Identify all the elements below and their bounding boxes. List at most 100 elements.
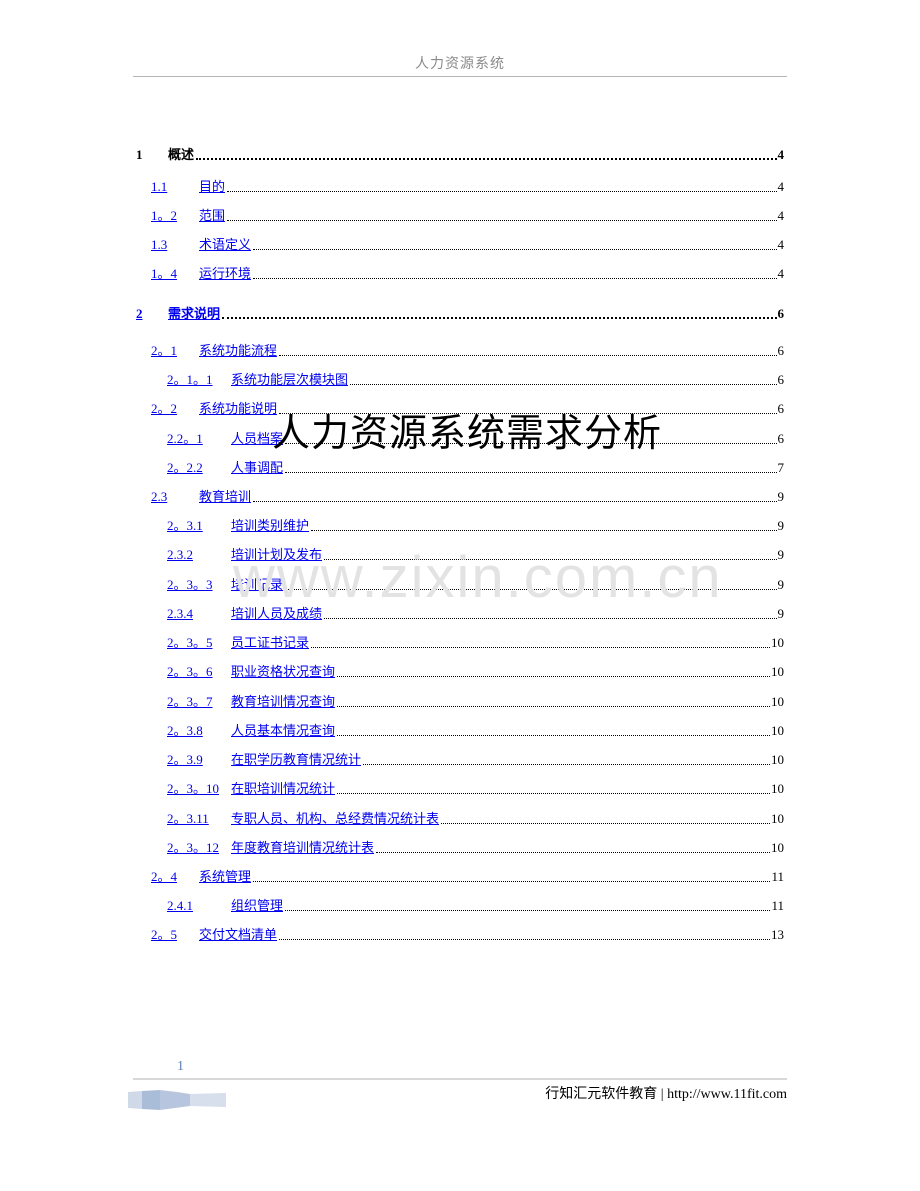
toc-dot-leader (311, 529, 777, 531)
toc-entry-title: 概述 (168, 147, 195, 162)
toc-dot-leader (441, 822, 770, 824)
toc-entry[interactable]: 2。4 系统管理 11 (151, 868, 784, 886)
toc-entry-title[interactable]: 系统功能说明 (199, 400, 277, 418)
toc-entry-number[interactable]: 2.3.4 (167, 605, 231, 623)
toc-entry-number[interactable]: 2.4.1 (167, 897, 231, 915)
toc-entry[interactable]: 1 概述 4 (136, 146, 784, 164)
toc-entry-number[interactable]: 2。3.11 (167, 810, 231, 828)
toc-entry-title[interactable]: 范围 (199, 207, 225, 225)
toc-entry-number[interactable]: 2 (136, 305, 168, 323)
toc-entry-title[interactable]: 需求说明 (168, 305, 220, 323)
toc-entry-page: 10 (771, 840, 784, 855)
toc-dot-leader (376, 851, 770, 853)
toc-entry-number[interactable]: 2。3。10 (167, 780, 231, 798)
toc-dot-leader (285, 471, 777, 473)
toc-entry-number[interactable]: 2。2.2 (167, 459, 231, 477)
toc-entry-number[interactable]: 1.3 (151, 236, 199, 254)
toc-entry-title[interactable]: 在职培训情况统计 (231, 780, 335, 798)
toc-entry[interactable]: 2。5 交付文档清单 13 (151, 926, 784, 944)
toc-entry-title[interactable]: 目的 (199, 178, 225, 196)
toc-entry-number[interactable]: 1。2 (151, 207, 199, 225)
toc-dot-leader (337, 734, 770, 736)
toc-entry-page: 10 (771, 781, 784, 796)
toc-entry-title[interactable]: 系统功能流程 (199, 342, 277, 360)
toc-entry-page: 10 (771, 752, 784, 767)
toc-dot-leader (279, 938, 770, 940)
toc-entry[interactable]: 2。3。6 职业资格状况查询 10 (167, 663, 784, 681)
toc-dot-leader (227, 219, 777, 221)
toc-entry[interactable]: 2。2.2 人事调配 7 (167, 459, 784, 477)
toc-dot-leader (253, 880, 771, 882)
toc-entry-page: 4 (777, 208, 785, 223)
toc-entry[interactable]: 2。1 系统功能流程 6 (151, 342, 784, 360)
toc-entry-title[interactable]: 员工证书记录 (231, 634, 309, 652)
toc-entry-number[interactable]: 2.2。1 (167, 430, 231, 448)
toc-entry-number[interactable]: 2。1 (151, 342, 199, 360)
toc-entry-number[interactable]: 2。1。1 (167, 371, 231, 389)
toc-entry-number[interactable]: 2.3 (151, 488, 199, 506)
toc-entry[interactable]: 2.4.1 组织管理 11 (167, 897, 784, 915)
document-title: 人力资源系统需求分析 (272, 411, 663, 455)
toc-entry-page: 10 (771, 635, 784, 650)
toc-entry-number[interactable]: 2。3。7 (167, 693, 231, 711)
toc-entry-page: 4 (777, 237, 785, 252)
page-number: 1 (177, 1059, 184, 1074)
toc-entry-page: 6 (777, 306, 785, 321)
toc-entry[interactable]: 2。3。5 员工证书记录 10 (167, 634, 784, 652)
toc-entry-number[interactable]: 2.3.2 (167, 546, 231, 564)
toc-entry[interactable]: 2。3.8 人员基本情况查询 10 (167, 722, 784, 740)
toc-entry[interactable]: 1。2 范围 4 (151, 207, 784, 225)
toc-entry-number[interactable]: 1.1 (151, 178, 199, 196)
toc-entry-number[interactable]: 2。3.8 (167, 722, 231, 740)
toc-entry-title[interactable]: 职业资格状况查询 (231, 663, 335, 681)
toc-entry-number[interactable]: 2。3。6 (167, 663, 231, 681)
toc-entry[interactable]: 1。4 运行环境 4 (151, 265, 784, 283)
toc-entry-title[interactable]: 专职人员、机构、总经费情况统计表 (231, 810, 439, 828)
toc-entry-number[interactable]: 2。3。12 (167, 839, 231, 857)
toc-entry-title[interactable]: 系统功能层次模块图 (231, 371, 348, 389)
toc-entry[interactable]: 2。3。7 教育培训情况查询 10 (167, 693, 784, 711)
toc-entry-title[interactable]: 人事调配 (231, 459, 283, 477)
toc-entry-number[interactable]: 2。3.9 (167, 751, 231, 769)
toc-entry-page: 10 (771, 694, 784, 709)
toc-entry[interactable]: 2。3。12 年度教育培训情况统计表 10 (167, 839, 784, 857)
toc-entry-title[interactable]: 组织管理 (231, 897, 283, 915)
toc-entry-title[interactable]: 培训类别维护 (231, 517, 309, 535)
toc-dot-leader (337, 675, 770, 677)
footer-logo-icon (128, 1090, 226, 1110)
table-of-contents: 1 概述 4 1.1 目的 4 1。2 范围 4 1.3 术语定义 4 1。4 运行环境 4 2 需求说明 6 2。… (0, 0, 920, 1000)
toc-entry-title[interactable]: 年度教育培训情况统计表 (231, 839, 374, 857)
toc-entry-number[interactable]: 2。3。5 (167, 634, 231, 652)
toc-entry-title[interactable]: 在职学历教育情况统计 (231, 751, 361, 769)
toc-entry-title[interactable]: 系统管理 (199, 868, 251, 886)
toc-entry[interactable]: 2 需求说明 6 (136, 305, 784, 323)
toc-dot-leader (253, 500, 777, 502)
toc-entry-number[interactable]: 2。2 (151, 400, 199, 418)
toc-entry-title[interactable]: 交付文档清单 (199, 926, 277, 944)
toc-entry-title[interactable]: 人员基本情况查询 (231, 722, 335, 740)
toc-entry-title[interactable]: 术语定义 (199, 236, 251, 254)
toc-entry-number[interactable]: 2。5 (151, 926, 199, 944)
toc-entry[interactable]: 1.1 目的 4 (151, 178, 784, 196)
toc-entry-page: 10 (771, 811, 784, 826)
toc-entry-title[interactable]: 运行环境 (199, 265, 251, 283)
toc-entry-page: 9 (777, 518, 785, 533)
toc-dot-leader (227, 190, 777, 192)
toc-entry-page: 6 (777, 431, 785, 446)
toc-entry-number[interactable]: 1。4 (151, 265, 199, 283)
toc-entry[interactable]: 2。3。10 在职培训情况统计 10 (167, 780, 784, 798)
toc-entry[interactable]: 1.3 术语定义 4 (151, 236, 784, 254)
toc-entry[interactable]: 2。3.9 在职学历教育情况统计 10 (167, 751, 784, 769)
toc-entry-page: 10 (771, 723, 784, 738)
toc-entry-number[interactable]: 2。3。3 (167, 576, 231, 594)
toc-entry[interactable]: 2.3 教育培训 9 (151, 488, 784, 506)
toc-entry[interactable]: 2。1。1 系统功能层次模块图 6 (167, 371, 784, 389)
toc-entry-page: 7 (777, 460, 785, 475)
toc-entry-number[interactable]: 2。4 (151, 868, 199, 886)
toc-entry[interactable]: 2。3.11 专职人员、机构、总经费情况统计表 10 (167, 810, 784, 828)
toc-entry-title[interactable]: 教育培训情况查询 (231, 693, 335, 711)
toc-entry-number[interactable]: 2。3.1 (167, 517, 231, 535)
toc-entry-title[interactable]: 教育培训 (199, 488, 251, 506)
toc-dot-leader (337, 705, 770, 707)
toc-entry[interactable]: 2。3.1 培训类别维护 9 (167, 517, 784, 535)
